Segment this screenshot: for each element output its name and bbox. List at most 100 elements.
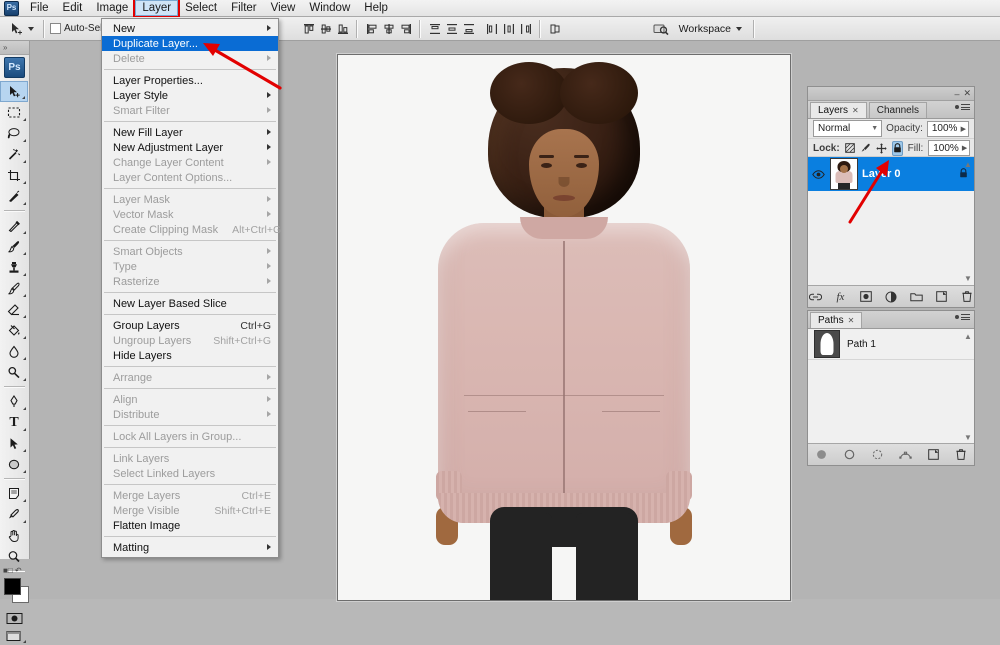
distribute-bottom-edges-icon[interactable] xyxy=(460,20,477,37)
tab-close-icon[interactable]: ✕ xyxy=(848,316,855,325)
tool-zoom[interactable] xyxy=(0,546,28,567)
tool-brush[interactable] xyxy=(0,236,28,257)
delete-path-icon[interactable] xyxy=(953,446,970,463)
tool-healing-brush[interactable] xyxy=(0,215,28,236)
lock-transparent-pixels-icon[interactable] xyxy=(844,142,855,155)
menu-item-layer-properties[interactable]: Layer Properties... xyxy=(102,73,278,88)
new-group-icon[interactable] xyxy=(909,288,923,305)
color-swatches[interactable]: ■□ ↶ xyxy=(0,566,29,609)
foreground-color-swatch[interactable] xyxy=(4,578,21,595)
menu-item-help[interactable]: Help xyxy=(357,0,395,16)
quick-mask-mode-button[interactable] xyxy=(0,609,28,627)
layer-thumbnail[interactable] xyxy=(830,158,858,190)
paths-scroll-up-arrow[interactable]: ▲ xyxy=(963,331,973,341)
add-layer-mask-icon[interactable] xyxy=(859,288,873,305)
layers-panel-menu-button[interactable] xyxy=(955,104,970,110)
tool-magic-wand[interactable] xyxy=(0,144,28,165)
tool-move[interactable] xyxy=(0,81,28,102)
launch-bridge-icon[interactable] xyxy=(651,20,673,37)
menu-item-hide-layers[interactable]: Hide Layers xyxy=(102,348,278,363)
tab-paths[interactable]: Paths ✕ xyxy=(810,312,863,328)
fill-field[interactable]: 100% ▶ xyxy=(928,140,971,156)
menu-item-file[interactable]: File xyxy=(23,0,56,16)
tool-horizontal-type[interactable]: T xyxy=(0,412,28,433)
tool-pen[interactable] xyxy=(0,391,28,412)
opacity-stepper-icon[interactable]: ▶ xyxy=(961,125,966,133)
new-path-icon[interactable] xyxy=(925,446,942,463)
tab-layers[interactable]: Layers ✕ xyxy=(810,102,867,118)
tab-channels[interactable]: Channels xyxy=(868,102,927,118)
tool-crop[interactable] xyxy=(0,165,28,186)
workspace-button[interactable]: Workspace xyxy=(673,21,748,37)
fill-stepper-icon[interactable]: ▶ xyxy=(962,144,967,152)
layer-row-layer-0[interactable]: Layer 0 xyxy=(808,157,974,191)
layer-list[interactable]: Layer 0 ▲ ▼ xyxy=(808,156,974,285)
paths-scroll-down-arrow[interactable]: ▼ xyxy=(963,432,973,442)
tool-history-brush[interactable] xyxy=(0,278,28,299)
distribute-vertical-centers-icon[interactable] xyxy=(443,20,460,37)
tool-notes[interactable] xyxy=(0,483,28,504)
close-icon[interactable]: ✕ xyxy=(963,88,971,99)
load-path-as-selection-icon[interactable] xyxy=(869,446,886,463)
fill-path-icon[interactable] xyxy=(813,446,830,463)
menu-item-window[interactable]: Window xyxy=(302,0,357,16)
paths-list[interactable]: Path 1 ▲ ▼ xyxy=(808,329,974,444)
active-tool-preset-picker[interactable] xyxy=(4,20,38,37)
align-top-edges-icon[interactable] xyxy=(300,20,317,37)
distribute-horizontal-centers-icon[interactable] xyxy=(500,20,517,37)
link-layers-icon[interactable] xyxy=(808,288,822,305)
align-left-edges-icon[interactable] xyxy=(363,20,380,37)
menu-item-flatten-image[interactable]: Flatten Image xyxy=(102,518,278,533)
tool-slice[interactable] xyxy=(0,186,28,207)
tool-paint-bucket[interactable] xyxy=(0,320,28,341)
menu-item-filter[interactable]: Filter xyxy=(224,0,264,16)
default-colors-icon[interactable]: ■□ ↶ xyxy=(3,566,22,575)
tool-rectangular-marquee[interactable] xyxy=(0,102,28,123)
menu-item-edit[interactable]: Edit xyxy=(56,0,90,16)
layer-list-scroll-up-arrow[interactable]: ▲ xyxy=(963,159,973,169)
menu-item-duplicate-layer[interactable]: Duplicate Layer... xyxy=(102,36,278,51)
add-layer-style-icon[interactable]: fx xyxy=(833,288,847,305)
document-canvas[interactable] xyxy=(337,54,791,601)
tool-hand[interactable] xyxy=(0,525,28,546)
path-thumbnail[interactable] xyxy=(814,330,840,358)
menu-item-image[interactable]: Image xyxy=(89,0,135,16)
delete-layer-icon[interactable] xyxy=(960,288,974,305)
auto-align-layers-icon[interactable] xyxy=(546,20,563,37)
menu-item-new[interactable]: New xyxy=(102,21,278,36)
menu-item-select[interactable]: Select xyxy=(178,0,224,16)
tool-eraser[interactable] xyxy=(0,299,28,320)
menu-item-new-fill-layer[interactable]: New Fill Layer xyxy=(102,125,278,140)
tool-lasso[interactable] xyxy=(0,123,28,144)
layer-visibility-eye-icon[interactable] xyxy=(811,169,826,179)
auto-select-checkbox-box[interactable] xyxy=(50,23,61,34)
new-layer-icon[interactable] xyxy=(934,288,948,305)
tool-clone-stamp[interactable] xyxy=(0,257,28,278)
menu-item-group-layers[interactable]: Group Layers Ctrl+G xyxy=(102,318,278,333)
tool-dodge[interactable] xyxy=(0,362,28,383)
lock-all-icon[interactable] xyxy=(891,140,903,156)
path-row-path-1[interactable]: Path 1 xyxy=(808,329,974,359)
menu-item-layer-style[interactable]: Layer Style xyxy=(102,88,278,103)
lock-position-icon[interactable] xyxy=(876,142,887,155)
paths-panel[interactable]: Paths ✕ Path 1 ▲ ▼ xyxy=(807,310,975,466)
menu-item-layer[interactable]: Layer xyxy=(133,0,181,18)
align-vertical-centers-icon[interactable] xyxy=(317,20,334,37)
layer-dropdown-menu[interactable]: New Duplicate Layer... Delete Layer Propert… xyxy=(101,18,281,558)
align-bottom-edges-icon[interactable] xyxy=(334,20,351,37)
align-right-edges-icon[interactable] xyxy=(397,20,414,37)
stroke-path-icon[interactable] xyxy=(841,446,858,463)
tab-close-icon[interactable]: ✕ xyxy=(852,106,859,115)
menu-item-new-layer-based-slice[interactable]: New Layer Based Slice xyxy=(102,296,278,311)
tool-blur[interactable] xyxy=(0,341,28,362)
opacity-field[interactable]: 100% ▶ xyxy=(926,120,969,137)
menu-item-matting[interactable]: Matting xyxy=(102,540,278,555)
distribute-top-edges-icon[interactable] xyxy=(426,20,443,37)
layer-list-scroll-down-arrow[interactable]: ▼ xyxy=(963,273,973,283)
align-horizontal-centers-icon[interactable] xyxy=(380,20,397,37)
menu-item-new-adjustment-layer[interactable]: New Adjustment Layer xyxy=(102,140,278,155)
minimize-icon[interactable]: – xyxy=(954,89,959,99)
toolbox-collapse-handle[interactable]: » xyxy=(0,41,29,55)
tool-eyedropper[interactable] xyxy=(0,504,28,525)
new-adjustment-layer-icon[interactable] xyxy=(884,288,898,305)
